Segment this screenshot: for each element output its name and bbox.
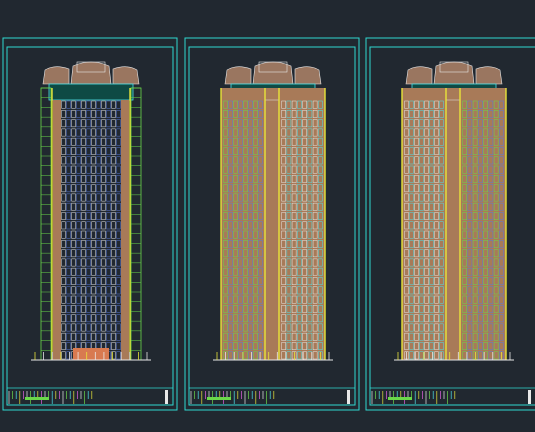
title-block-tag xyxy=(165,390,168,404)
roof-wing xyxy=(475,66,503,85)
roof-wing xyxy=(294,66,322,85)
central-pier xyxy=(264,99,280,361)
roof-wing xyxy=(42,66,70,85)
title-block-bar xyxy=(207,397,231,400)
cad-drawing-canvas[interactable] xyxy=(0,0,535,432)
title-block-bar xyxy=(388,397,412,400)
facade-pier xyxy=(121,100,129,360)
title-block-tag xyxy=(528,390,531,404)
title-block-bar xyxy=(25,397,49,400)
building-elevation xyxy=(394,61,514,361)
building-elevation xyxy=(213,61,333,361)
roof-wing xyxy=(224,66,252,85)
facade-pier xyxy=(53,100,61,360)
roof-wing xyxy=(112,66,140,85)
glazed-crown-band xyxy=(48,83,134,101)
central-pier xyxy=(445,99,461,361)
title-block-tag xyxy=(347,390,350,404)
roof-wing xyxy=(405,66,433,85)
